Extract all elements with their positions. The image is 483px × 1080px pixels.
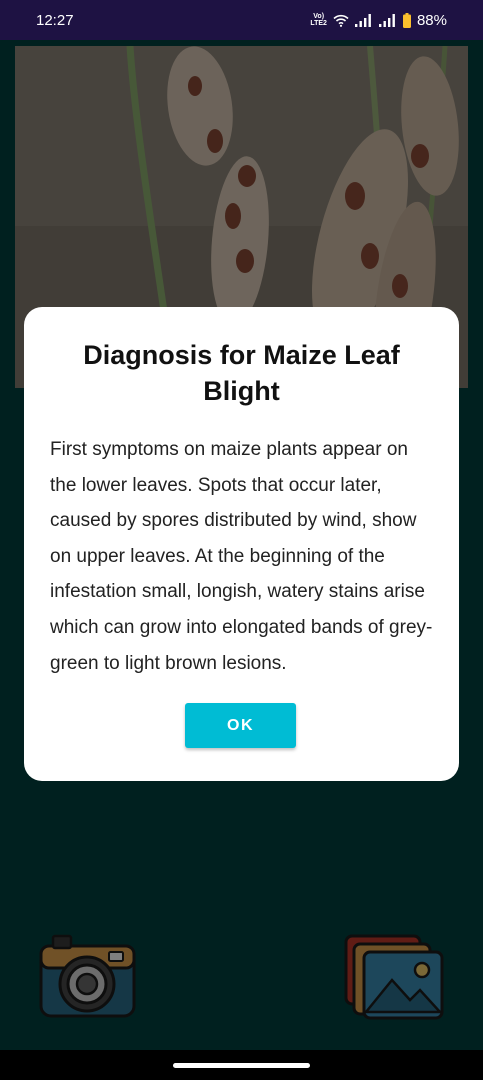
home-gesture-bar[interactable]: [173, 1063, 310, 1068]
battery-percent: 88%: [416, 11, 447, 29]
volte-line1: Vo): [313, 13, 325, 20]
volte-icon: Vo) LTE2: [310, 13, 327, 27]
battery-icon: [402, 12, 411, 28]
volte-line2: LTE2: [310, 20, 327, 27]
signal-icon: [354, 13, 371, 27]
status-bar: 12:27 Vo) LTE2 88%: [0, 0, 483, 40]
status-icons: Vo) LTE2 88%: [310, 12, 447, 29]
dialog-message: First symptoms on maize plants appear on…: [50, 439, 433, 674]
navigation-bar: [0, 1050, 483, 1080]
diagnosis-dialog: Diagnosis for Maize Leaf Blight First sy…: [24, 307, 459, 781]
wifi-icon: [333, 14, 349, 27]
signal-icon: [378, 13, 395, 27]
ok-button[interactable]: OK: [185, 703, 296, 748]
dialog-title: Diagnosis for Maize Leaf Blight: [83, 340, 400, 406]
status-time: 12:27: [36, 11, 74, 29]
